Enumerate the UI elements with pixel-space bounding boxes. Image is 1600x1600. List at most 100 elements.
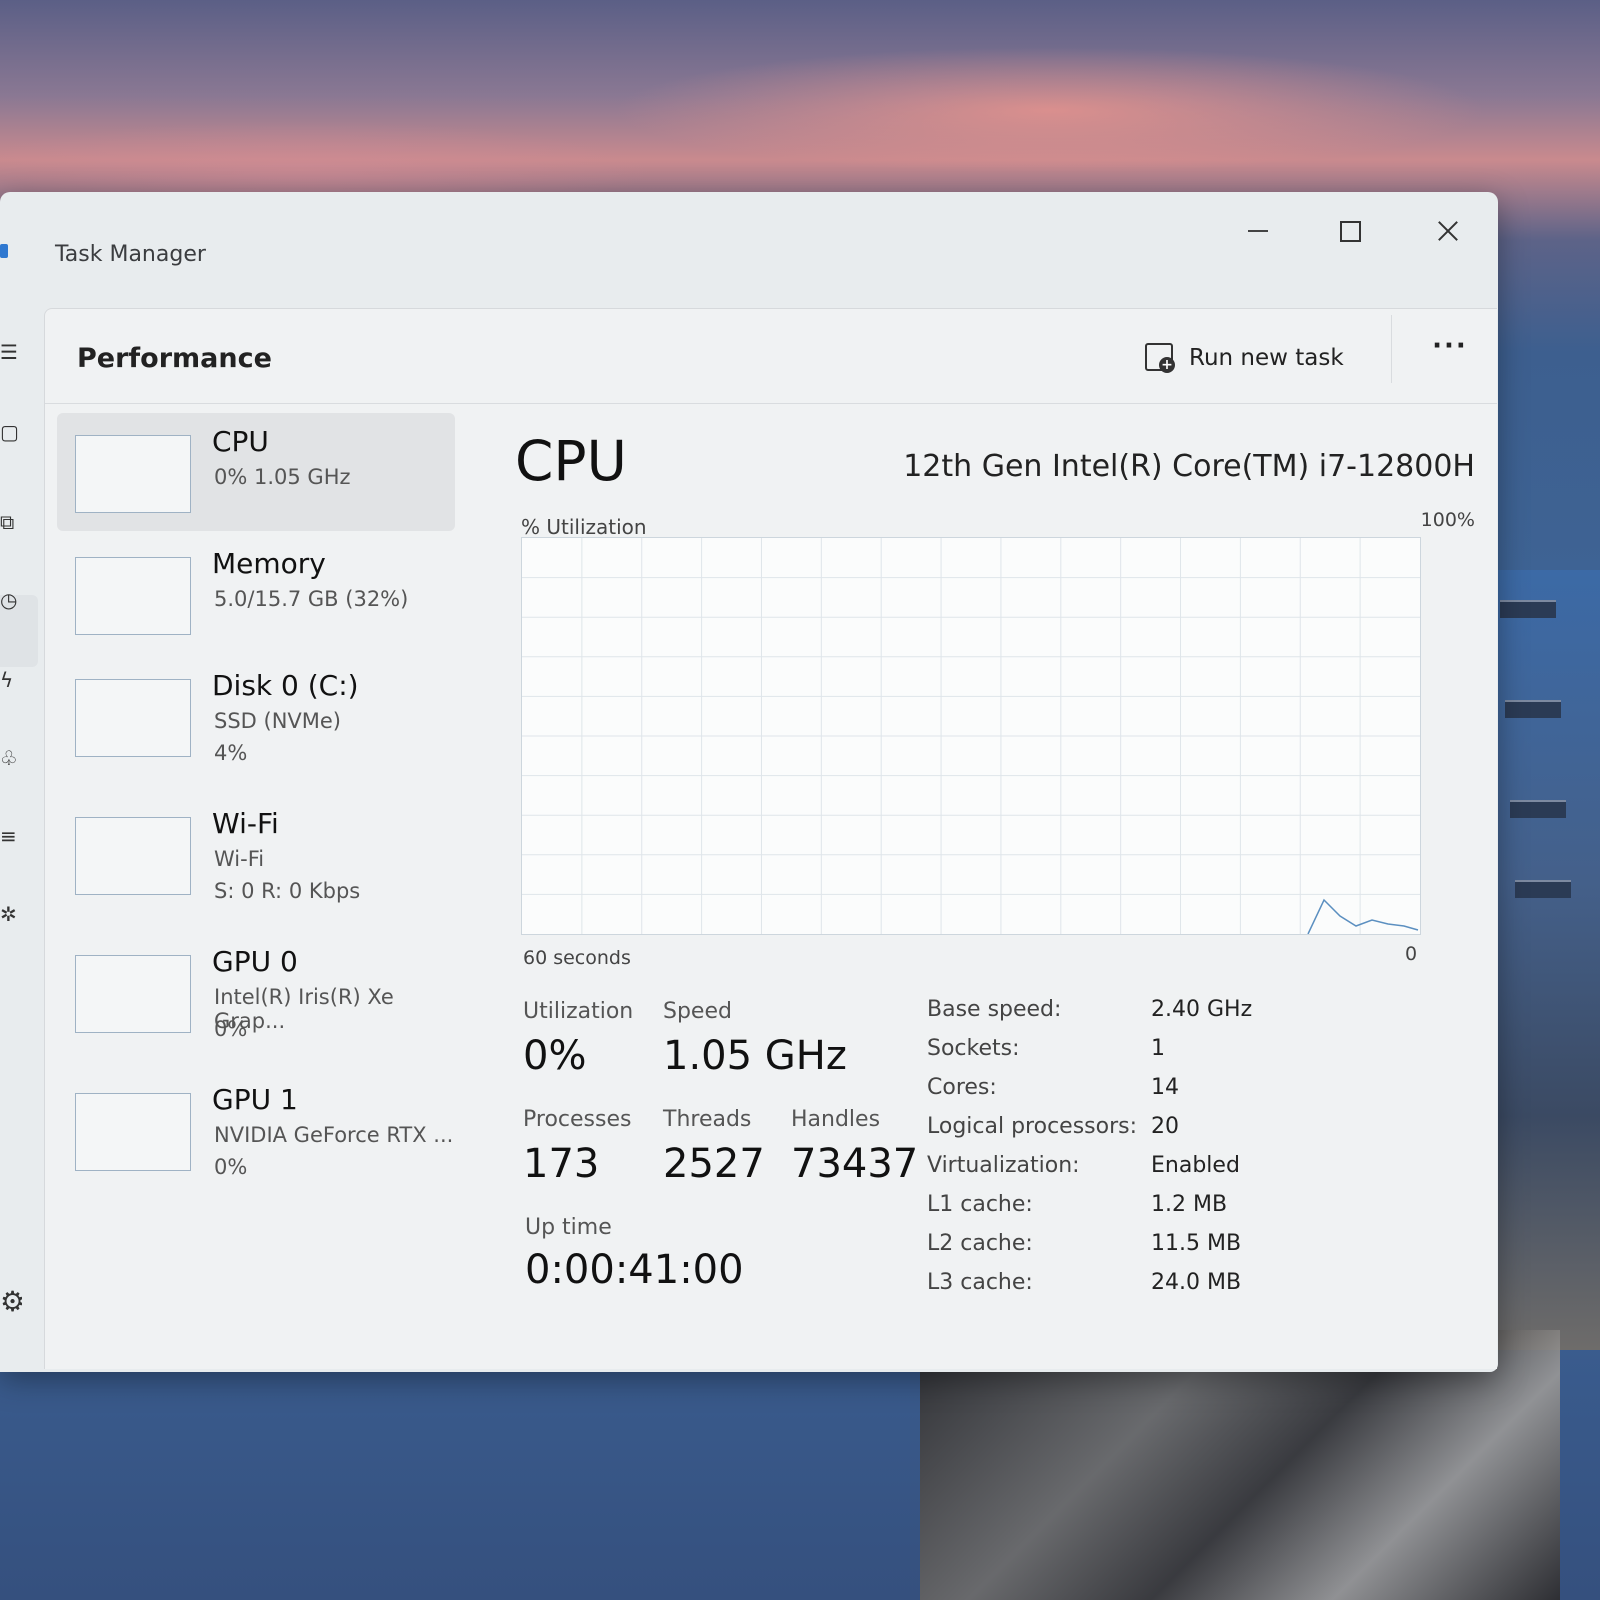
- cpu-detail: CPU 12th Gen Intel(R) Core(TM) i7-12800H…: [515, 429, 1475, 1329]
- cpu-utilization-graph: [521, 537, 1421, 935]
- spec-key: Base speed:: [927, 997, 1062, 1022]
- maximize-icon: [1339, 220, 1361, 242]
- sidebar-item-value: 0%: [214, 1155, 248, 1179]
- wallpaper-post: [1505, 700, 1561, 718]
- sidebar-item-detail: Intel(R) Iris(R) Xe Grap...: [214, 985, 394, 1033]
- spec-value: 24.0 MB: [1151, 1270, 1242, 1295]
- disk-thumbnail: [75, 679, 191, 757]
- pane-header: Performance + Run new task ···: [45, 309, 1497, 404]
- app-icon: [0, 244, 8, 258]
- sidebar-item-title: Wi-Fi: [212, 807, 279, 840]
- utilization-trace: [1307, 898, 1419, 934]
- page-title: Performance: [77, 343, 272, 374]
- sidebar-item-value: S: 0 R: 0 Kbps: [214, 879, 361, 903]
- sidebar-item-cpu[interactable]: CPU 0% 1.05 GHz: [57, 413, 455, 531]
- speed-label: Speed: [663, 999, 732, 1024]
- sidebar-item-title: GPU 0: [212, 945, 298, 978]
- task-manager-window: Task Manager ☰ ▢ ⧉ ◷ ϟ ♧ ≡ ✲ ⚙ Performan…: [0, 192, 1498, 1372]
- sidebar-item-detail: NVIDIA GeForce RTX ...: [214, 1123, 454, 1147]
- sidebar-item-detail: 5.0/15.7 GB (32%): [214, 587, 409, 611]
- handles-label: Handles: [791, 1107, 881, 1132]
- time-axis-label: 60 seconds: [523, 947, 631, 969]
- sidebar-item-gpu1[interactable]: GPU 1 NVIDIA GeForce RTX ... 0%: [57, 1071, 455, 1189]
- cpu-model-name: 12th Gen Intel(R) Core(TM) i7-12800H: [903, 449, 1475, 484]
- processes-value: 173: [523, 1141, 600, 1187]
- nav-users-icon[interactable]: ϟ: [0, 668, 22, 692]
- spec-key: Virtualization:: [927, 1153, 1080, 1178]
- nav-app-history-icon[interactable]: ⧉: [0, 510, 22, 534]
- window-title: Task Manager: [55, 242, 206, 267]
- wifi-thumbnail: [75, 817, 191, 895]
- performance-pane: Performance + Run new task ··· CPU 0% 1.…: [44, 308, 1497, 1369]
- gpu0-thumbnail: [75, 955, 191, 1033]
- sidebar-item-detail: Wi-Fi: [214, 847, 265, 871]
- utilization-value: 0%: [523, 1033, 587, 1079]
- run-new-task-button[interactable]: + Run new task: [1145, 333, 1344, 383]
- spec-value: Enabled: [1151, 1153, 1240, 1178]
- header-divider: [1391, 315, 1392, 383]
- memory-thumbnail: [75, 557, 191, 635]
- spec-key: Cores:: [927, 1075, 997, 1100]
- sidebar-item-title: CPU: [212, 425, 269, 458]
- utilization-label: Utilization: [523, 999, 634, 1024]
- spec-value: 1.2 MB: [1151, 1192, 1228, 1217]
- utilization-axis-label: % Utilization: [521, 515, 647, 539]
- spec-value: 20: [1151, 1114, 1179, 1139]
- wallpaper-post: [1510, 800, 1566, 818]
- minimize-button[interactable]: [1228, 208, 1288, 254]
- spec-key: Logical processors:: [927, 1114, 1138, 1139]
- close-icon: [1437, 220, 1459, 242]
- spec-key: L2 cache:: [927, 1231, 1033, 1256]
- nav-details-icon[interactable]: ♧: [0, 746, 22, 770]
- spec-value: 2.40 GHz: [1151, 997, 1253, 1022]
- wallpaper-post: [1515, 880, 1571, 898]
- settings-icon[interactable]: ⚙: [0, 1290, 22, 1314]
- spec-value: 14: [1151, 1075, 1179, 1100]
- sidebar-item-disk[interactable]: Disk 0 (C:) SSD (NVMe) 4%: [57, 657, 455, 775]
- nav-performance-icon[interactable]: ▢: [0, 420, 22, 444]
- sidebar-item-detail: SSD (NVMe): [214, 709, 342, 733]
- gpu1-thumbnail: [75, 1093, 191, 1171]
- run-new-task-label: Run new task: [1189, 345, 1344, 371]
- nav-services-icon[interactable]: ✲: [0, 902, 22, 926]
- spec-value: 1: [1151, 1036, 1165, 1061]
- minimize-icon: [1248, 230, 1268, 232]
- wallpaper-sky: [0, 0, 1600, 220]
- max-axis-label: 100%: [1420, 509, 1475, 531]
- title-bar: Task Manager: [0, 192, 1498, 300]
- sidebar-item-title: GPU 1: [212, 1083, 298, 1116]
- sidebar-item-wifi[interactable]: Wi-Fi Wi-Fi S: 0 R: 0 Kbps: [57, 795, 455, 913]
- spec-value: 11.5 MB: [1151, 1231, 1242, 1256]
- sidebar-item-detail: 0% 1.05 GHz: [214, 465, 351, 489]
- cpu-graph-svg: [522, 538, 1420, 934]
- handles-value: 73437: [791, 1141, 919, 1187]
- nav-processes-icon[interactable]: ☰: [0, 340, 22, 364]
- spec-key: Sockets:: [927, 1036, 1020, 1061]
- processes-label: Processes: [523, 1107, 632, 1132]
- cpu-thumbnail: [75, 435, 191, 513]
- nav-rail: ☰ ▢ ⧉ ◷ ϟ ♧ ≡ ✲ ⚙: [0, 300, 40, 1372]
- run-task-icon: +: [1145, 343, 1175, 373]
- threads-label: Threads: [663, 1107, 752, 1132]
- min-axis-label: 0: [1405, 943, 1418, 965]
- wallpaper-post: [1500, 600, 1556, 618]
- sidebar-item-value: 4%: [214, 741, 248, 765]
- sidebar-item-title: Memory: [212, 547, 326, 580]
- threads-value: 2527: [663, 1141, 765, 1187]
- speed-value: 1.05 GHz: [663, 1033, 847, 1079]
- sidebar-item-gpu0[interactable]: GPU 0 Intel(R) Iris(R) Xe Grap... 0%: [57, 933, 455, 1051]
- close-button[interactable]: [1418, 208, 1478, 254]
- sidebar-item-title: Disk 0 (C:): [212, 669, 359, 702]
- resource-list: CPU 0% 1.05 GHz Memory 5.0/15.7 GB (32%)…: [45, 403, 465, 1369]
- sidebar-item-memory[interactable]: Memory 5.0/15.7 GB (32%): [57, 535, 455, 653]
- spec-key: L1 cache:: [927, 1192, 1033, 1217]
- nav-list-icon[interactable]: ≡: [0, 824, 22, 848]
- uptime-label: Up time: [525, 1215, 612, 1240]
- spec-key: L3 cache:: [927, 1270, 1033, 1295]
- sidebar-item-value: 0%: [214, 1017, 248, 1041]
- uptime-value: 0:00:41:00: [525, 1247, 744, 1293]
- more-icon[interactable]: ···: [1425, 331, 1475, 371]
- maximize-button[interactable]: [1320, 208, 1380, 254]
- nav-startup-icon[interactable]: ◷: [0, 588, 22, 612]
- cpu-heading: CPU: [515, 429, 627, 493]
